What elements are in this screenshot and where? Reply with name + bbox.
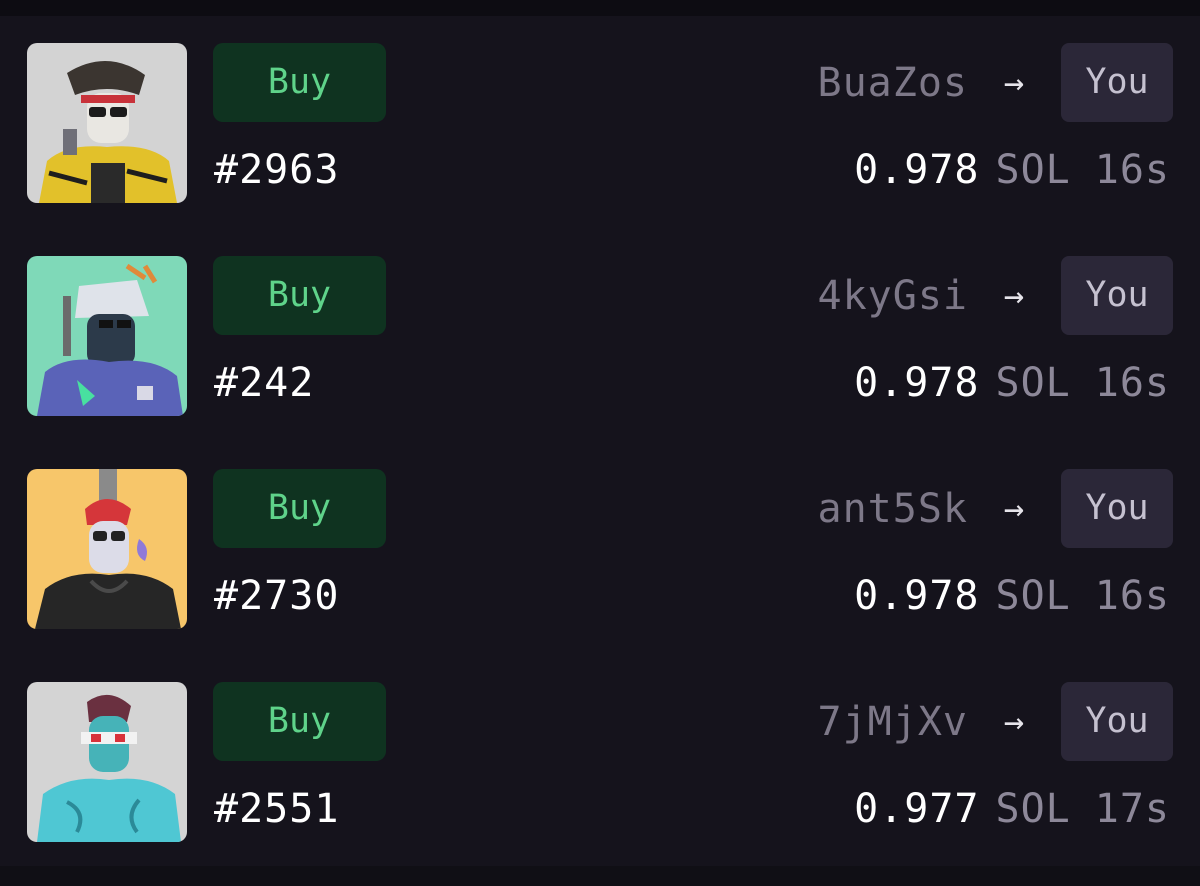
- price-unit: SOL: [995, 573, 1071, 619]
- activity-row: Buy #2551 7jMjXv → You 0.977 SOL 17s: [0, 655, 1200, 868]
- buy-button[interactable]: Buy: [213, 469, 386, 548]
- time-ago: 17s: [1094, 786, 1170, 832]
- buy-button[interactable]: Buy: [213, 256, 386, 335]
- nft-thumbnail[interactable]: [27, 469, 187, 629]
- price-unit: SOL: [995, 147, 1071, 193]
- bottom-edge: [0, 866, 1200, 886]
- time-ago: 16s: [1094, 573, 1170, 619]
- nft-id: #2551: [214, 786, 340, 832]
- right-arrow-icon: →: [1003, 276, 1025, 316]
- activity-row: Buy #242 4kyGsi → You 0.978 SOL 16s: [0, 229, 1200, 442]
- recipient-badge[interactable]: You: [1061, 43, 1173, 122]
- activity-row: Buy #2963 BuaZos → You 0.978 SOL 16s: [0, 16, 1200, 229]
- nft-thumbnail[interactable]: [27, 256, 187, 416]
- nft-avatar-image: [27, 43, 187, 203]
- price-line: 0.977 SOL 17s: [854, 783, 1170, 835]
- activity-feed: Buy #2963 BuaZos → You 0.978 SOL 16s Buy: [0, 16, 1200, 866]
- price-unit: SOL: [995, 360, 1071, 406]
- right-arrow-icon: →: [1003, 63, 1025, 103]
- price-line: 0.978 SOL 16s: [854, 357, 1170, 409]
- top-edge: [0, 0, 1200, 16]
- price-value: 0.977: [854, 786, 980, 832]
- sender-address[interactable]: ant5Sk: [818, 484, 969, 534]
- activity-row: Buy #2730 ant5Sk → You 0.978 SOL 16s: [0, 442, 1200, 655]
- price-unit: SOL: [995, 786, 1071, 832]
- nft-thumbnail[interactable]: [27, 682, 187, 842]
- nft-id: #242: [214, 360, 315, 406]
- price-line: 0.978 SOL 16s: [854, 570, 1170, 622]
- nft-id: #2963: [214, 147, 340, 193]
- nft-id: #2730: [214, 573, 340, 619]
- sender-address[interactable]: BuaZos: [818, 58, 969, 108]
- nft-thumbnail[interactable]: [27, 43, 187, 203]
- nft-avatar-image: [27, 256, 187, 416]
- price-value: 0.978: [854, 147, 980, 193]
- sender-address[interactable]: 7jMjXv: [818, 697, 969, 747]
- time-ago: 16s: [1094, 360, 1170, 406]
- sender-address[interactable]: 4kyGsi: [818, 271, 969, 321]
- price-value: 0.978: [854, 573, 980, 619]
- buy-button[interactable]: Buy: [213, 43, 386, 122]
- nft-avatar-image: [27, 682, 187, 842]
- buy-button[interactable]: Buy: [213, 682, 386, 761]
- price-value: 0.978: [854, 360, 980, 406]
- recipient-badge[interactable]: You: [1061, 256, 1173, 335]
- recipient-badge[interactable]: You: [1061, 682, 1173, 761]
- recipient-badge[interactable]: You: [1061, 469, 1173, 548]
- nft-avatar-image: [27, 469, 187, 629]
- time-ago: 16s: [1094, 147, 1170, 193]
- right-arrow-icon: →: [1003, 489, 1025, 529]
- price-line: 0.978 SOL 16s: [854, 144, 1170, 196]
- right-arrow-icon: →: [1003, 702, 1025, 742]
